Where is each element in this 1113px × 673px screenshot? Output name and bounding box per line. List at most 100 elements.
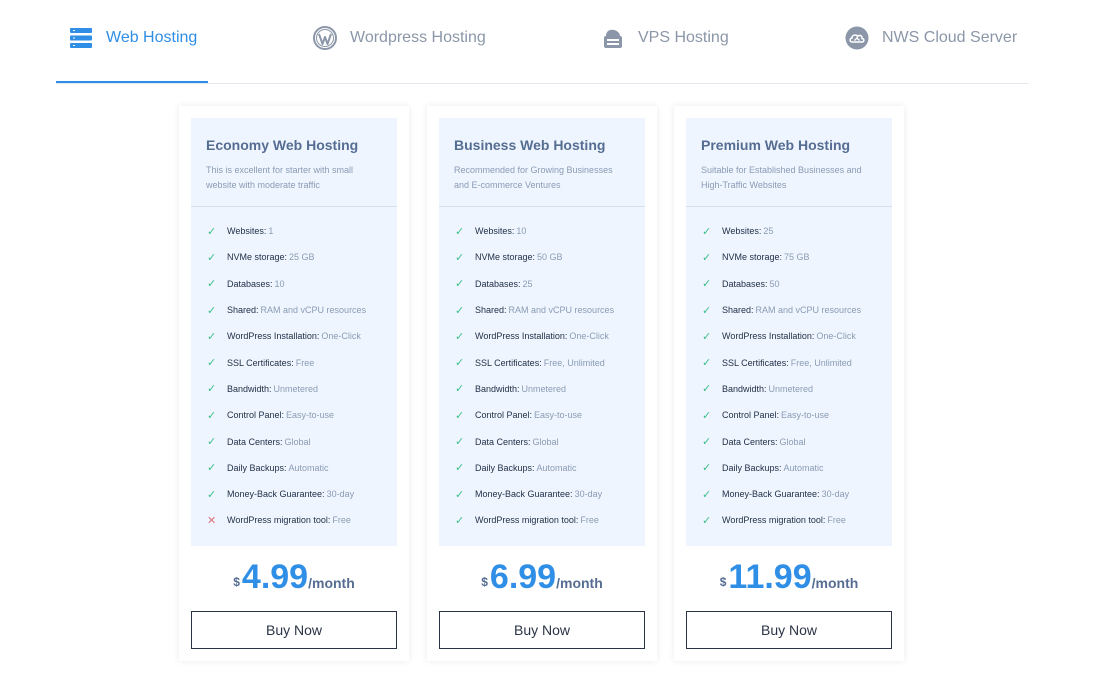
feature-label: Bandwidth: [227, 383, 272, 394]
plan-title: Premium Web Hosting [701, 137, 851, 153]
check-icon: ✓ [207, 330, 217, 343]
check-icon: ✓ [455, 436, 465, 449]
check-icon: ✓ [207, 488, 217, 501]
plan-card-economy: Economy Web Hosting This is excellent fo… [179, 106, 409, 661]
feature-label: Shared: [227, 305, 259, 316]
feature-item: ✓ Daily Backups: Automatic [702, 455, 892, 481]
feature-list: ✓ Websites: 25 ✓ NVMe storage: 75 GB ✓ Database… [686, 207, 892, 534]
check-icon: ✓ [702, 383, 712, 396]
feature-label: Control Panel: [227, 410, 285, 421]
check-icon: ✓ [702, 278, 712, 291]
plan-description-line: and E-commerce Ventures [454, 180, 561, 190]
tab-nws-cloud-server[interactable]: NWS Cloud Server [844, 0, 1017, 84]
feature-item: ✓ Control Panel: Easy-to-use [207, 402, 397, 428]
check-icon: ✓ [455, 409, 465, 422]
feature-label: Shared: [722, 305, 754, 316]
feature-item: ✓ Daily Backups: Automatic [455, 455, 645, 481]
feature-value: Free [295, 357, 315, 368]
feature-item: ✓ Shared: RAM and vCPU resources [455, 297, 645, 323]
check-icon: ✓ [455, 462, 465, 475]
feature-label: Daily Backups: [475, 462, 535, 473]
feature-label: WordPress Installation: [475, 331, 568, 342]
feature-label: Money-Back Guarantee: [227, 489, 325, 500]
plan-price: $6.99/month [427, 558, 657, 597]
feature-value: Free, Unlimited [790, 357, 852, 368]
plan-title: Business Web Hosting [454, 137, 606, 153]
price-amount: 6.99 [489, 558, 557, 596]
tab-web-hosting[interactable]: Web Hosting [68, 0, 197, 84]
check-icon: ✓ [702, 436, 712, 449]
price-period: /month [308, 575, 355, 591]
feature-label: SSL Certificates: [227, 357, 294, 368]
buy-now-button[interactable]: Buy Now [191, 611, 397, 649]
feature-label: WordPress migration tool: [722, 515, 826, 526]
feature-label: Websites: [227, 226, 267, 237]
feature-label: WordPress migration tool: [475, 515, 579, 526]
buy-now-button[interactable]: Buy Now [439, 611, 645, 649]
feature-item: ✓ SSL Certificates: Free, Unlimited [455, 349, 645, 375]
check-icon: ✓ [702, 304, 712, 317]
check-icon: ✓ [455, 383, 465, 396]
feature-item: ✓ Databases: 50 [702, 271, 892, 297]
check-icon: ✓ [207, 383, 217, 396]
feature-item: ✓ Shared: RAM and vCPU resources [207, 297, 397, 323]
feature-value: RAM and vCPU resources [755, 305, 862, 316]
plan-title: Economy Web Hosting [206, 137, 359, 153]
feature-item: ✓ NVMe storage: 50 GB [455, 244, 645, 270]
feature-label: NVMe storage: [227, 252, 288, 263]
check-icon: ✓ [702, 225, 712, 238]
vps-icon [600, 25, 626, 51]
feature-label: Daily Backups: [227, 462, 287, 473]
feature-value: Unmetered [521, 383, 567, 394]
feature-value: 10 [274, 278, 285, 289]
plan-description-line: website with moderate traffic [206, 180, 320, 190]
plan-details: Premium Web Hosting Suitable for Establi… [686, 118, 892, 546]
feature-value: Global [779, 436, 806, 447]
plan-card-business: Business Web Hosting Recommended for Gro… [427, 106, 657, 661]
feature-item: ✓ Data Centers: Global [455, 428, 645, 454]
feature-label: Databases: [722, 278, 768, 289]
feature-value: Free [827, 515, 846, 526]
feature-value: Unmetered [273, 383, 319, 394]
check-icon: ✓ [702, 357, 712, 370]
feature-item: ✓ Bandwidth: Unmetered [455, 376, 645, 402]
feature-label: SSL Certificates: [475, 357, 542, 368]
check-icon: ✓ [207, 278, 217, 291]
check-icon: ✓ [207, 409, 217, 422]
feature-label: WordPress migration tool: [227, 515, 331, 526]
check-icon: ✓ [207, 304, 217, 317]
feature-value: 30-day [326, 489, 355, 500]
feature-label: Bandwidth: [722, 383, 767, 394]
feature-value: 10 [516, 226, 527, 237]
tab-label: VPS Hosting [638, 29, 729, 46]
buy-now-button[interactable]: Buy Now [686, 611, 892, 649]
active-tab-indicator [56, 81, 208, 83]
feature-value: Global [284, 436, 311, 447]
feature-value: 30-day [821, 489, 850, 500]
feature-label: Data Centers: [475, 436, 531, 447]
feature-value: Easy-to-use [286, 410, 335, 421]
currency-symbol: $ [481, 575, 488, 589]
plan-description: Recommended for Growing Businesses and E… [454, 163, 630, 193]
check-icon: ✓ [702, 462, 712, 475]
feature-value: 25 [522, 278, 533, 289]
feature-label: NVMe storage: [722, 252, 783, 263]
plan-description: Suitable for Established Businesses and … [701, 163, 877, 193]
feature-value: Automatic [536, 462, 577, 473]
wordpress-icon [312, 25, 338, 51]
feature-value: 50 [769, 278, 780, 289]
check-icon: ✓ [455, 514, 465, 527]
currency-symbol: $ [233, 575, 240, 589]
feature-value: Global [532, 436, 559, 447]
feature-label: Money-Back Guarantee: [722, 489, 820, 500]
feature-value: Free [332, 515, 351, 526]
feature-value: Free, Unlimited [543, 357, 605, 368]
feature-value: RAM and vCPU resources [260, 305, 367, 316]
feature-item: ✓ WordPress Installation: One-Click [455, 323, 645, 349]
check-icon: ✓ [455, 225, 465, 238]
feature-label: WordPress Installation: [227, 331, 320, 342]
tab-wordpress-hosting[interactable]: Wordpress Hosting [312, 0, 486, 84]
feature-item: ✓ WordPress Installation: One-Click [702, 323, 892, 349]
feature-value: Free [580, 515, 599, 526]
tab-vps-hosting[interactable]: VPS Hosting [600, 0, 729, 84]
